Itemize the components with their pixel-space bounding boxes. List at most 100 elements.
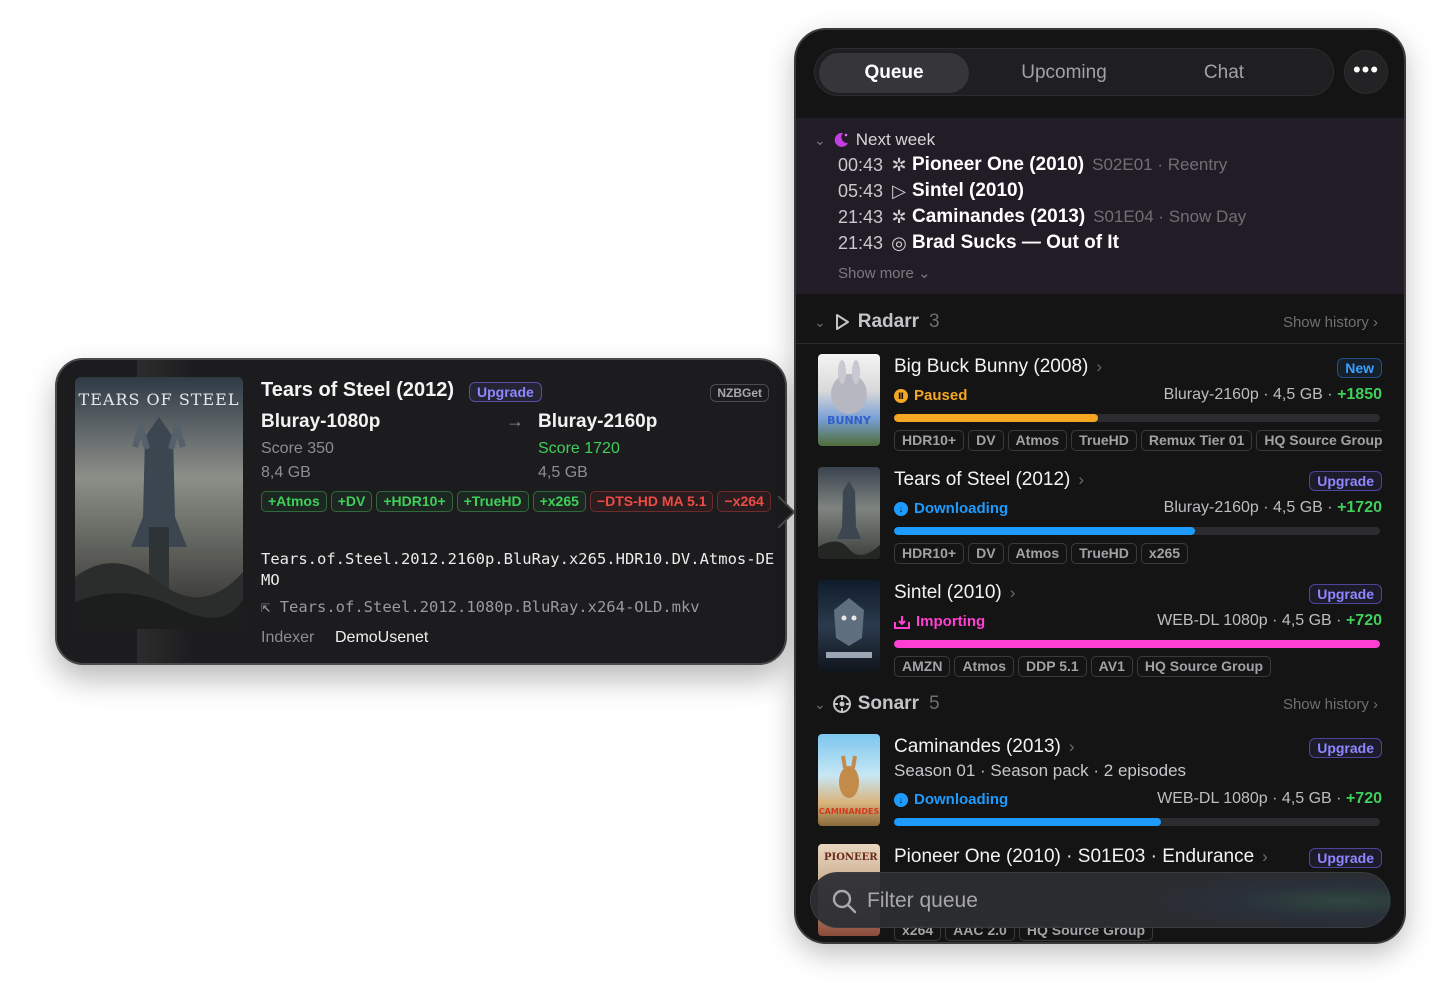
detail-poster: TEARS OF STEEL <box>75 377 243 629</box>
new-quality: Bluray-2160p <box>538 411 658 432</box>
show-more-button[interactable]: Show more ⌄ <box>838 264 931 282</box>
chevron-right-icon: › <box>1078 470 1085 489</box>
download-icon: ↓ <box>894 792 908 807</box>
tag-added: +x265 <box>532 491 586 512</box>
tab-queue[interactable]: Queue <box>819 53 969 93</box>
tab-chat[interactable]: Chat <box>1149 53 1299 93</box>
chevron-right-icon: › <box>1262 847 1268 866</box>
release-detail-popover: TEARS OF STEEL Tears of Steel (2012) Upg… <box>55 358 787 665</box>
item-title-text: Tears of Steel (2012) <box>894 469 1071 490</box>
import-tray-icon <box>894 615 910 629</box>
moon-stars-icon <box>834 132 848 147</box>
chevron-right-icon: › <box>1009 583 1016 602</box>
format-tag: HDR10+ <box>894 430 965 451</box>
format-tag: Atmos <box>1007 543 1068 564</box>
score: +1850 <box>1337 386 1382 403</box>
filter-queue-input[interactable] <box>867 881 1367 921</box>
item-title-text: Sintel (2010) <box>894 582 1002 603</box>
upcoming-time: 21:43 <box>838 232 884 253</box>
status-importing: Importing <box>894 613 985 630</box>
show-more-label: Show more <box>838 265 914 282</box>
indexer-value: DemoUsenet <box>335 629 429 646</box>
upcoming-time: 00:43 <box>838 154 884 175</box>
more-options-button[interactable]: ••• <box>1344 50 1388 94</box>
format-tag: HQ Source Group <box>1256 430 1382 451</box>
status-label: Importing <box>916 613 986 630</box>
radarr-section-header[interactable]: ⌄ Radarr 3 <box>814 308 940 336</box>
old-file-name: Tears.of.Steel.2012.1080p.BluRay.x264-OL… <box>279 598 700 616</box>
item-title[interactable]: Big Buck Bunny (2008) › <box>894 356 1102 378</box>
format-tags: HDR10+ DV Atmos TrueHD x265 <box>894 543 1382 565</box>
quality-meta: WEB-DL 1080p · 4,5 GB · +720 <box>1157 612 1382 629</box>
progress-bar <box>894 640 1380 648</box>
size: 4,5 GB <box>1273 499 1323 516</box>
radarr-show-history-link[interactable]: Show history › <box>1283 314 1378 331</box>
chevron-down-icon: ⌄ <box>918 265 931 282</box>
season-info: Season 01 · Season pack · 2 episodes <box>894 761 1187 780</box>
upcoming-title: Brad Sucks — Out of It <box>912 232 1119 253</box>
size: 4,5 GB <box>1281 790 1332 807</box>
progress-fill <box>894 640 1380 648</box>
upgrade-badge: Upgrade <box>1309 584 1382 604</box>
new-score: Score 1720 <box>538 440 620 457</box>
poster-thumbnail <box>818 580 880 672</box>
sonarr-icon: ✲ <box>891 206 907 227</box>
download-icon: ↓ <box>894 501 908 516</box>
item-title[interactable]: Caminandes (2013) › <box>894 736 1075 758</box>
poster-title-text: TEARS OF STEEL <box>79 390 240 409</box>
format-tag: x265 <box>1140 543 1189 564</box>
chevron-right-icon: › <box>1373 314 1378 331</box>
upgrade-badge: Upgrade <box>469 382 542 402</box>
tag-added: +TrueHD <box>456 491 529 512</box>
item-title[interactable]: Sintel (2010) › <box>894 582 1015 604</box>
radarr-icon: ▷ <box>892 180 906 201</box>
upcoming-row[interactable]: 00:43 ✲ Pioneer One (2010) S02E01 · Reen… <box>838 154 1227 176</box>
status-label: Downloading <box>914 791 1009 808</box>
indexer-label: Indexer <box>261 629 315 646</box>
progress-bar <box>894 527 1380 535</box>
arrow-right-icon: → <box>506 411 524 431</box>
item-title[interactable]: Tears of Steel (2012) › <box>894 469 1084 491</box>
sonarr-section-header[interactable]: ⌄ Sonarr 5 <box>814 690 940 718</box>
poster-thumbnail: BUNNY <box>818 354 880 446</box>
upcoming-title: Pioneer One (2010) <box>912 154 1085 175</box>
queue-item[interactable]: BUNNY Big Buck Bunny (2008) › New Ⅱ Pause… <box>796 352 1404 462</box>
upcoming-time: 21:43 <box>838 206 884 227</box>
status-label: Paused <box>914 387 968 404</box>
chevron-right-icon: › <box>1068 737 1075 756</box>
upcoming-title: Caminandes (2013) <box>912 206 1086 227</box>
quality-meta: Bluray-2160p · 4,5 GB · +1720 <box>1163 499 1382 516</box>
chevron-down-icon: ⌄ <box>814 695 826 712</box>
status-paused: Ⅱ Paused <box>894 387 967 404</box>
svg-text:BUNNY: BUNNY <box>827 414 872 427</box>
quality: Bluray-2160p <box>1163 386 1259 403</box>
current-size: 8,4 GB <box>261 464 311 481</box>
tab-upcoming[interactable]: Upcoming <box>989 53 1139 93</box>
filter-bar <box>810 872 1391 929</box>
replaced-file-icon: ⇱ <box>261 598 271 616</box>
upcoming-header[interactable]: ⌄ Next week <box>814 130 935 150</box>
size: 4,5 GB <box>1273 386 1323 403</box>
progress-bar <box>894 414 1380 422</box>
item-title[interactable]: Pioneer One (2010) · S01E03 · Endurance › <box>894 846 1268 868</box>
pause-icon: Ⅱ <box>894 388 908 403</box>
chevron-right-icon: › <box>1096 357 1103 376</box>
queue-panel: Queue Upcoming Chat ••• ⌄ Next week 00:4… <box>794 28 1406 944</box>
upcoming-title: Sintel (2010) <box>912 180 1024 201</box>
upcoming-row[interactable]: 05:43 ▷ Sintel (2010) <box>838 180 1032 202</box>
sonarr-show-history-link[interactable]: Show history › <box>1283 696 1378 713</box>
item-title-text: Big Buck Bunny (2008) <box>894 356 1089 377</box>
item-title-text: Caminandes (2013) <box>894 736 1061 757</box>
current-score: Score 350 <box>261 440 334 457</box>
tab-bar: Queue Upcoming Chat <box>814 48 1334 96</box>
upcoming-row[interactable]: 21:43 ◎ Brad Sucks — Out of It <box>838 232 1127 254</box>
queue-item[interactable]: CAMINANDES Caminandes (2013) › Upgrade Se… <box>796 732 1404 836</box>
queue-item[interactable]: Tears of Steel (2012) › Upgrade ↓ Downloa… <box>796 465 1404 575</box>
upgrade-badge: Upgrade <box>1309 738 1382 758</box>
queue-item[interactable]: Sintel (2010) › Upgrade Importing WEB-DL … <box>796 578 1404 688</box>
progress-fill <box>894 527 1196 535</box>
format-tag: HQ Source Group <box>1136 656 1272 677</box>
upgrade-badge: Upgrade <box>1309 848 1382 868</box>
upcoming-row[interactable]: 21:43 ✲ Caminandes (2013) S01E04 · Snow … <box>838 206 1246 228</box>
chevron-right-icon: › <box>1373 696 1378 713</box>
